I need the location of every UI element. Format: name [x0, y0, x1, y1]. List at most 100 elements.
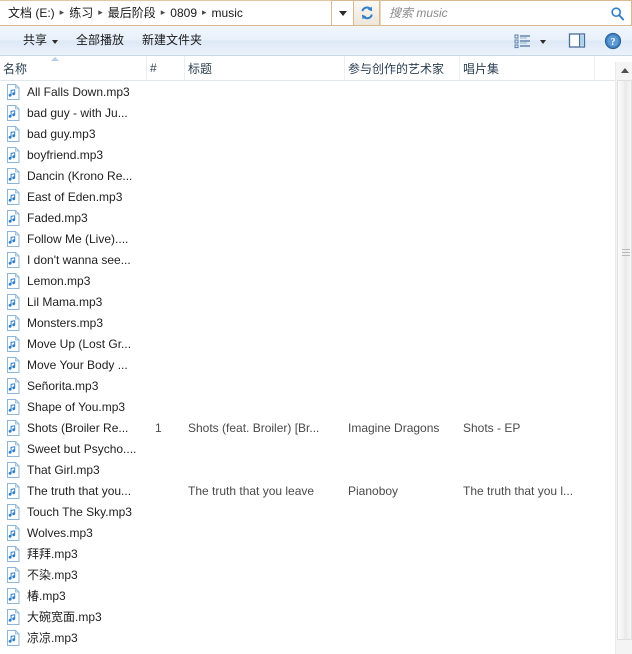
file-name-cell[interactable]: Lemon.mp3 — [0, 272, 147, 289]
file-name-cell[interactable]: boyfriend.mp3 — [0, 146, 147, 163]
file-name-label: Shape of You.mp3 — [27, 399, 126, 414]
file-list[interactable]: All Falls Down.mp3 bad guy - with Ju... ba… — [0, 81, 632, 648]
track-title-cell: The truth that you leave — [188, 483, 315, 498]
table-row[interactable]: 凉凉.mp3 — [0, 627, 632, 648]
table-row[interactable]: Sweet but Psycho.... — [0, 438, 632, 459]
breadcrumb-item-1[interactable]: 练习 — [65, 4, 97, 22]
track-artist-cell: Imagine Dragons — [348, 420, 440, 435]
breadcrumb-item-2[interactable]: 最后阶段 — [104, 4, 160, 22]
scroll-up-button[interactable] — [616, 62, 632, 79]
file-name-cell[interactable]: Wolves.mp3 — [0, 524, 147, 541]
mp3-file-icon — [7, 566, 20, 583]
table-row[interactable]: The truth that you... The truth that you … — [0, 480, 632, 501]
preview-pane-button[interactable] — [564, 29, 590, 53]
breadcrumb-separator: ▸ — [202, 6, 207, 17]
table-row[interactable]: boyfriend.mp3 — [0, 144, 632, 165]
mp3-file-icon — [7, 545, 20, 562]
mp3-file-icon — [7, 524, 20, 541]
mp3-file-icon — [7, 335, 20, 352]
file-name-cell[interactable]: Faded.mp3 — [0, 209, 147, 226]
table-row[interactable]: All Falls Down.mp3 — [0, 81, 632, 102]
column-header-album[interactable]: 唱片集 — [460, 56, 595, 80]
file-name-cell[interactable]: I don't wanna see... — [0, 251, 147, 268]
chevron-down-icon — [338, 10, 347, 16]
file-name-cell[interactable]: 不染.mp3 — [0, 566, 147, 583]
breadcrumb-item-3[interactable]: 0809 — [166, 4, 201, 22]
column-header-name-label: 名称 — [3, 61, 28, 76]
file-name-cell[interactable]: 拜拜.mp3 — [0, 545, 147, 562]
table-row[interactable]: That Girl.mp3 — [0, 459, 632, 480]
file-name-cell[interactable]: East of Eden.mp3 — [0, 188, 147, 205]
file-name-cell[interactable]: Shots (Broiler Re... — [0, 419, 147, 436]
vertical-scroll-thumb[interactable] — [617, 80, 632, 640]
table-row[interactable]: I don't wanna see... — [0, 249, 632, 270]
file-name-cell[interactable]: The truth that you... — [0, 482, 147, 499]
table-row[interactable]: East of Eden.mp3 — [0, 186, 632, 207]
table-row[interactable]: 椿.mp3 — [0, 585, 632, 606]
refresh-button[interactable] — [354, 0, 380, 26]
mp3-file-icon — [7, 83, 20, 100]
table-row[interactable]: bad guy.mp3 — [0, 123, 632, 144]
file-name-cell[interactable]: Move Up (Lost Gr... — [0, 335, 147, 352]
file-name-label: Monsters.mp3 — [27, 315, 104, 330]
file-name-cell[interactable]: 凉凉.mp3 — [0, 629, 147, 646]
file-name-cell[interactable]: Dancin (Krono Re... — [0, 167, 147, 184]
breadcrumb[interactable]: 文档 (E:) ▸ 练习 ▸ 最后阶段 ▸ 0809 ▸ music — [0, 0, 332, 26]
file-name-cell[interactable]: All Falls Down.mp3 — [0, 83, 147, 100]
breadcrumb-item-4[interactable]: music — [208, 4, 247, 22]
mp3-file-icon — [7, 104, 20, 121]
file-name-cell[interactable]: Sweet but Psycho.... — [0, 440, 147, 457]
table-row[interactable]: Lemon.mp3 — [0, 270, 632, 291]
vertical-scrollbar[interactable] — [615, 62, 632, 654]
table-row[interactable]: Shots (Broiler Re... 1 Shots (feat. Broile… — [0, 417, 632, 438]
file-name-cell[interactable]: Monsters.mp3 — [0, 314, 147, 331]
table-row[interactable]: Touch The Sky.mp3 — [0, 501, 632, 522]
search-input[interactable]: 搜索 music — [389, 5, 607, 21]
table-row[interactable]: Shape of You.mp3 — [0, 396, 632, 417]
table-row[interactable]: 拜拜.mp3 — [0, 543, 632, 564]
file-name-cell[interactable]: Shape of You.mp3 — [0, 398, 147, 415]
table-row[interactable]: Follow Me (Live).... — [0, 228, 632, 249]
table-row[interactable]: Dancin (Krono Re... — [0, 165, 632, 186]
file-name-label: Lemon.mp3 — [27, 273, 91, 288]
column-header-title[interactable]: 标题 — [185, 56, 345, 80]
view-options-button[interactable] — [510, 29, 536, 53]
view-options-dropdown[interactable] — [536, 29, 550, 53]
file-name-label: Sweet but Psycho.... — [27, 441, 137, 456]
file-name-cell[interactable]: Touch The Sky.mp3 — [0, 503, 147, 520]
column-header-name[interactable]: 名称 — [0, 56, 147, 80]
file-name-label: boyfriend.mp3 — [27, 147, 104, 162]
table-row[interactable]: Monsters.mp3 — [0, 312, 632, 333]
file-name-cell[interactable]: Señorita.mp3 — [0, 377, 147, 394]
file-name-cell[interactable]: bad guy - with Ju... — [0, 104, 147, 121]
search-box[interactable]: 搜索 music — [380, 0, 632, 26]
column-header-artist[interactable]: 参与创作的艺术家 — [345, 56, 460, 80]
file-name-cell[interactable]: Follow Me (Live).... — [0, 230, 147, 247]
file-name-cell[interactable]: Move Your Body ... — [0, 356, 147, 373]
table-row[interactable]: Move Up (Lost Gr... — [0, 333, 632, 354]
file-name-cell[interactable]: 椿.mp3 — [0, 587, 147, 604]
file-name-cell[interactable]: Lil Mama.mp3 — [0, 293, 147, 310]
file-name-cell[interactable]: That Girl.mp3 — [0, 461, 147, 478]
table-row[interactable]: Move Your Body ... — [0, 354, 632, 375]
play-all-button[interactable]: 全部播放 — [67, 29, 133, 52]
mp3-file-icon — [7, 356, 20, 373]
table-row[interactable]: bad guy - with Ju... — [0, 102, 632, 123]
table-row[interactable]: Wolves.mp3 — [0, 522, 632, 543]
mp3-file-icon — [7, 209, 20, 226]
column-header-number-label: # — [150, 61, 157, 75]
file-name-cell[interactable]: 大碗宽面.mp3 — [0, 608, 147, 625]
file-name-cell[interactable]: bad guy.mp3 — [0, 125, 147, 142]
table-row[interactable]: Señorita.mp3 — [0, 375, 632, 396]
share-button[interactable]: 共享 — [14, 29, 67, 52]
table-row[interactable]: Faded.mp3 — [0, 207, 632, 228]
file-name-label: Move Your Body ... — [27, 357, 128, 372]
address-dropdown-button[interactable] — [332, 0, 354, 26]
table-row[interactable]: 不染.mp3 — [0, 564, 632, 585]
new-folder-button[interactable]: 新建文件夹 — [133, 29, 211, 52]
column-header-number[interactable]: # — [147, 56, 185, 80]
help-button[interactable]: ? — [600, 29, 626, 53]
breadcrumb-item-0[interactable]: 文档 (E:) — [4, 4, 59, 22]
table-row[interactable]: 大碗宽面.mp3 — [0, 606, 632, 627]
table-row[interactable]: Lil Mama.mp3 — [0, 291, 632, 312]
